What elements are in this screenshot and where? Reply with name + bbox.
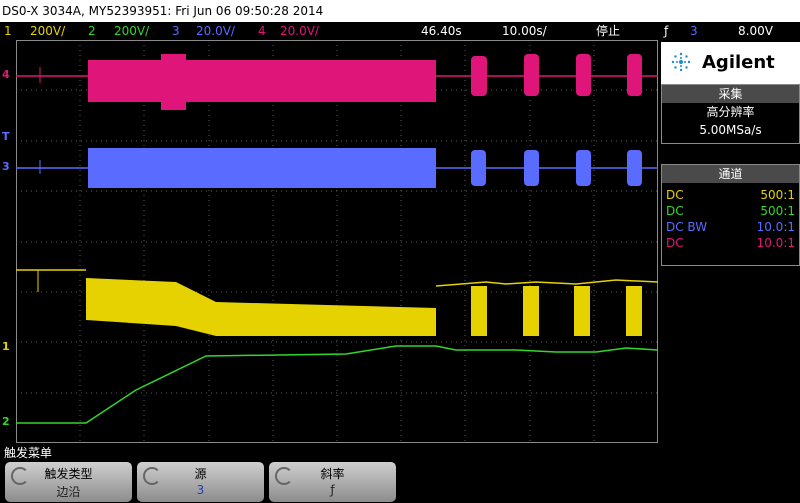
ch4-ground-marker[interactable]: 4 [2, 68, 10, 81]
softkey-slope-value: ƒ [330, 483, 335, 497]
ch1-coupling: DC [666, 188, 684, 202]
ch4-probe: 10.0:1 [756, 236, 795, 250]
sample-rate: 5.00MSa/s [699, 123, 762, 137]
ch3-number[interactable]: 3 [172, 22, 180, 40]
ch1-burst-main [86, 278, 436, 336]
ch4-burst-2 [524, 54, 539, 96]
ch3-burst-2 [524, 150, 539, 186]
softkey-slope[interactable]: 斜率 ƒ [269, 462, 396, 502]
softkey-source-label: 源 [194, 467, 207, 481]
ch3-burst-main [88, 148, 436, 188]
channel-rows: DC 500:1 DC 500:1 DC BW 10.0:1 DC 10.0:1 [662, 183, 799, 251]
ch3-coupling: DC BW [666, 220, 708, 234]
waveform-display[interactable]: 4 T 3 1 2 [2, 40, 658, 443]
channel-row-4[interactable]: DC 10.0:1 [662, 235, 799, 251]
ch2-scale[interactable]: 200V/ [114, 22, 149, 40]
ch1-burst-4 [626, 286, 642, 336]
softkey-trigger-type-value: 边沿 [56, 485, 81, 499]
right-panel: Agilent 采集 高分辨率 5.00MSa/s 通道 DC 500:1 DC… [659, 40, 800, 443]
ch4-burst-1 [471, 56, 487, 96]
softkey-source-value: 3 [196, 483, 205, 497]
softkey-trigger-type-label: 触发类型 [44, 467, 93, 481]
ch3-scale[interactable]: 20.0V/ [196, 22, 235, 40]
timebase-scale[interactable]: 10.00s/ [502, 22, 547, 40]
trigger-channel[interactable]: 3 [690, 22, 698, 40]
ch2-coupling: DC [666, 204, 684, 218]
trigger-level[interactable]: 8.00V [738, 22, 773, 40]
channel-row-2[interactable]: DC 500:1 [662, 203, 799, 219]
acquisition-header: 采集 [662, 85, 799, 103]
channel-row-1[interactable]: DC 500:1 [662, 187, 799, 203]
ch1-burst-3 [574, 286, 590, 336]
channels-box[interactable]: 通道 DC 500:1 DC 500:1 DC BW 10.0:1 DC 10.… [661, 164, 800, 266]
ch4-coupling: DC [666, 236, 684, 250]
ch1-scale[interactable]: 200V/ [30, 22, 65, 40]
softkey-bar: 触发菜单 触发类型 边沿 源 3 斜率 ƒ [0, 443, 800, 503]
ch4-number[interactable]: 4 [258, 22, 266, 40]
ch3-burst-1 [471, 150, 486, 186]
ch4-scale[interactable]: 20.0V/ [280, 22, 319, 40]
title-bar: DS0-X 3034A, MY52393951: Fri Jun 06 09:5… [0, 0, 800, 22]
horizontal-delay[interactable]: 46.40s [421, 22, 462, 40]
brand-box: Agilent [661, 42, 800, 84]
brand-name: Agilent [702, 52, 775, 73]
ch4-burst-3 [576, 54, 591, 96]
trigger-edge-icon: ƒ [664, 24, 669, 38]
ch4-burst-4 [627, 54, 642, 96]
ch1-high-right [435, 279, 658, 287]
ch3-probe: 10.0:1 [756, 220, 795, 234]
softkey-menu-label: 触发菜单 [4, 446, 53, 460]
ch1-number[interactable]: 1 [4, 22, 12, 40]
agilent-logo-icon [668, 49, 694, 75]
ch3-burst-3 [576, 150, 591, 186]
ch2-trace [16, 345, 658, 424]
ch2-ground-marker[interactable]: 2 [2, 415, 10, 428]
window-title: DS0-X 3034A, MY52393951: Fri Jun 06 09:5… [2, 4, 324, 18]
ch1-burst-2 [523, 286, 539, 336]
ch4-burst-main [88, 60, 436, 102]
ch3-ground-marker[interactable]: 3 [2, 160, 10, 173]
waveform-svg [16, 40, 658, 443]
acquisition-mode: 高分辨率 [706, 105, 755, 119]
ch2-number[interactable]: 2 [88, 22, 96, 40]
acquisition-box[interactable]: 采集 高分辨率 5.00MSa/s [661, 84, 800, 144]
channel-row-3[interactable]: DC BW 10.0:1 [662, 219, 799, 235]
ch3-burst-4 [627, 150, 642, 186]
run-state[interactable]: 停止 [596, 22, 620, 40]
trigger-level-marker[interactable]: T [2, 130, 10, 143]
channels-header: 通道 [662, 165, 799, 183]
ch2-probe: 500:1 [760, 204, 795, 218]
ch4-burst-peak [161, 54, 186, 110]
softkey-trigger-type[interactable]: 触发类型 边沿 [5, 462, 132, 502]
softkey-source[interactable]: 源 3 [137, 462, 264, 502]
ch1-ground-marker[interactable]: 1 [2, 340, 10, 353]
ch1-probe: 500:1 [760, 188, 795, 202]
ch1-burst-1 [471, 286, 487, 336]
softkey-slope-label: 斜率 [320, 467, 345, 481]
status-bar: 1 200V/ 2 200V/ 3 20.0V/ 4 20.0V/ 46.40s… [0, 22, 800, 40]
